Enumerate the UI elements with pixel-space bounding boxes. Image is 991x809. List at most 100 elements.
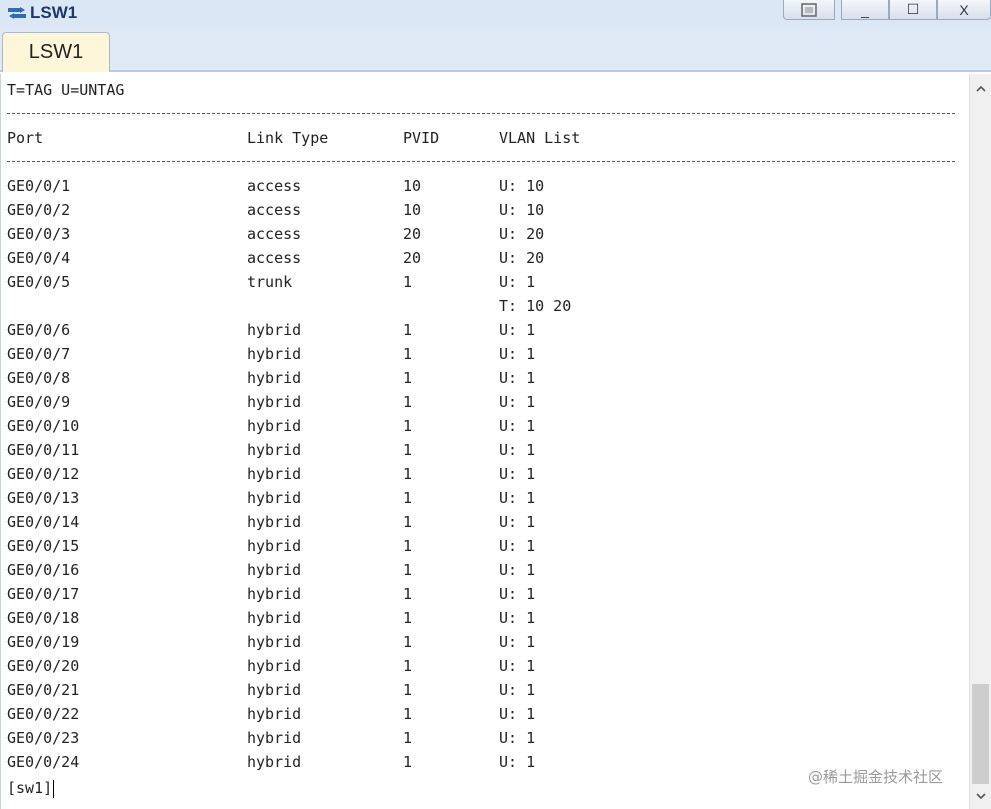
cell-port: GE0/0/17 [7, 585, 80, 603]
header-link-type: Link Type [247, 129, 329, 147]
cell-pvid: 1 [403, 681, 413, 699]
cell-link-type: hybrid [247, 729, 302, 747]
cell-vlan-list: U: 1 [499, 417, 536, 435]
cell-link-type: hybrid [247, 465, 302, 483]
cell-link-type: access [247, 225, 302, 243]
cell-vlan-list: U: 1 [499, 465, 536, 483]
cell-port: GE0/0/19 [7, 633, 80, 651]
cell-pvid: 1 [403, 537, 413, 555]
cell-port: GE0/0/10 [7, 417, 80, 435]
cell-link-type: access [247, 201, 302, 219]
cell-link-type: hybrid [247, 753, 302, 771]
cell-vlan-list: U: 1 [499, 609, 536, 627]
cell-vlan-list: U: 10 [499, 177, 545, 195]
legend-line: T=TAG U=UNTAG [7, 81, 125, 99]
cell-link-type: hybrid [247, 705, 302, 723]
minimize-button[interactable]: _ [841, 0, 889, 20]
cell-pvid: 1 [403, 369, 413, 387]
restore-button[interactable] [783, 0, 835, 20]
cell-port: GE0/0/23 [7, 729, 80, 747]
cell-vlan-list: U: 1 [499, 369, 536, 387]
cell-pvid: 1 [403, 441, 413, 459]
cell-vlan-list: U: 20 [499, 249, 545, 267]
title-bar: LSW1 _ ☐ X [0, 0, 991, 28]
chevron-down-icon[interactable] [970, 786, 991, 806]
cell-pvid: 1 [403, 729, 413, 747]
cell-link-type: hybrid [247, 561, 302, 579]
cell-port: GE0/0/15 [7, 537, 80, 555]
cell-port: GE0/0/3 [7, 225, 71, 243]
cell-vlan-list: U: 1 [499, 705, 536, 723]
separator-line [7, 161, 955, 162]
cell-port: GE0/0/12 [7, 465, 80, 483]
cell-port: GE0/0/2 [7, 201, 71, 219]
cell-port: GE0/0/16 [7, 561, 80, 579]
close-button[interactable]: X [937, 0, 991, 20]
cell-link-type: hybrid [247, 657, 302, 675]
cell-pvid: 1 [403, 393, 413, 411]
cell-vlan-list: U: 1 [499, 321, 536, 339]
cell-vlan-list: U: 20 [499, 225, 545, 243]
cell-port: GE0/0/18 [7, 609, 80, 627]
cell-pvid: 1 [403, 705, 413, 723]
cell-pvid: 1 [403, 345, 413, 363]
cell-port: GE0/0/13 [7, 489, 80, 507]
cell-pvid: 20 [403, 249, 422, 267]
tab-lsw1[interactable]: LSW1 [2, 32, 110, 72]
cell-pvid: 1 [403, 561, 413, 579]
cell-pvid: 1 [403, 417, 413, 435]
cell-pvid: 1 [403, 273, 413, 291]
terminal-output[interactable]: T=TAG U=UNTAG Port Link Type PVID VLAN L… [0, 74, 969, 809]
cell-link-type: hybrid [247, 681, 302, 699]
cell-vlan-list: U: 1 [499, 489, 536, 507]
cell-vlan-list: U: 1 [499, 681, 536, 699]
cell-port: GE0/0/24 [7, 753, 80, 771]
cell-link-type: hybrid [247, 321, 302, 339]
cell-pvid: 10 [403, 201, 422, 219]
scrollbar-thumb[interactable] [972, 684, 989, 784]
cell-port: GE0/0/8 [7, 369, 71, 387]
cell-pvid: 1 [403, 753, 413, 771]
cell-vlan-list: U: 1 [499, 561, 536, 579]
chevron-up-icon[interactable] [970, 78, 991, 98]
cell-link-type: hybrid [247, 369, 302, 387]
cell-pvid: 10 [403, 177, 422, 195]
cell-vlan-list: U: 1 [499, 393, 536, 411]
cell-link-type: access [247, 249, 302, 267]
cell-link-type: hybrid [247, 513, 302, 531]
cli-prompt[interactable]: [sw1] [7, 776, 55, 800]
prompt-text: [sw1] [7, 779, 53, 797]
cell-pvid: 20 [403, 225, 422, 243]
separator-line [7, 113, 955, 114]
cell-vlan-list: U: 1 [499, 345, 536, 363]
vertical-scrollbar[interactable] [969, 74, 991, 809]
window-title: LSW1 [30, 3, 78, 22]
cell-port: GE0/0/22 [7, 705, 80, 723]
cell-vlan-list: U: 10 [499, 201, 545, 219]
tab-strip: LSW1 [0, 28, 991, 72]
restore-icon [801, 2, 817, 17]
cell-port: GE0/0/14 [7, 513, 80, 531]
cell-vlan-list: U: 1 [499, 633, 536, 651]
cell-link-type: hybrid [247, 537, 302, 555]
header-pvid: PVID [403, 129, 440, 147]
cell-link-type: hybrid [247, 489, 302, 507]
cell-port: GE0/0/11 [7, 441, 80, 459]
cell-link-type: hybrid [247, 417, 302, 435]
cell-vlan-list: U: 1 [499, 441, 536, 459]
cell-pvid: 1 [403, 633, 413, 651]
cell-port: GE0/0/4 [7, 249, 71, 267]
cell-link-type: hybrid [247, 585, 302, 603]
switch-icon [8, 7, 26, 19]
cell-vlan-list: U: 1 [499, 585, 536, 603]
cell-link-type: hybrid [247, 633, 302, 651]
cell-pvid: 1 [403, 609, 413, 627]
cell-port: GE0/0/21 [7, 681, 80, 699]
maximize-button[interactable]: ☐ [889, 0, 937, 20]
header-port: Port [7, 129, 44, 147]
cell-pvid: 1 [403, 489, 413, 507]
cell-vlan-list: U: 1 [499, 729, 536, 747]
cell-vlan-list: T: 10 20 [499, 297, 572, 315]
cell-pvid: 1 [403, 585, 413, 603]
cell-port: GE0/0/1 [7, 177, 71, 195]
